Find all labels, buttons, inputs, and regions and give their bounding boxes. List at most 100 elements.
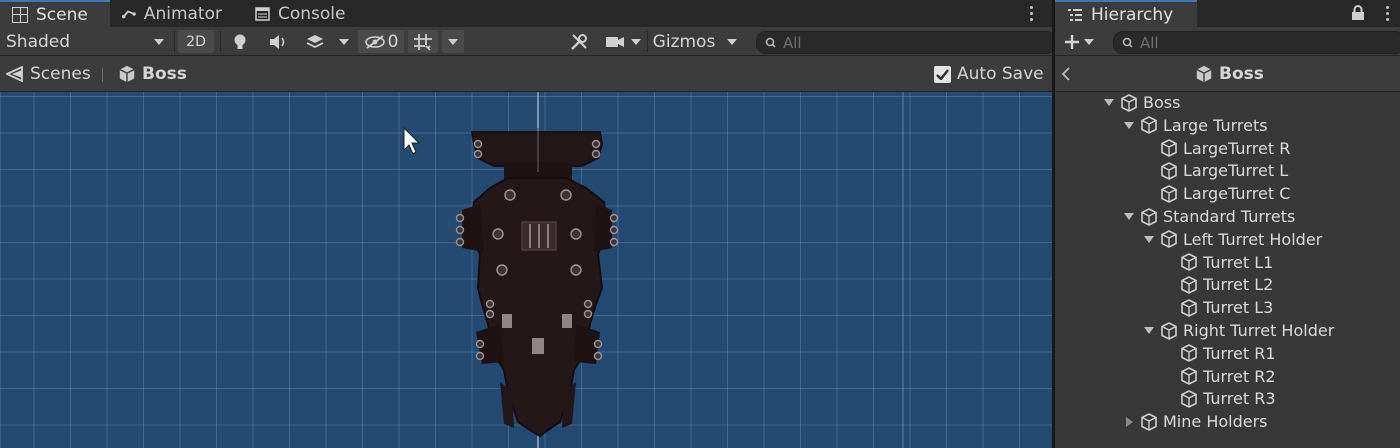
draw-mode-dropdown[interactable]: Shaded (0, 27, 172, 56)
hierarchy-item[interactable]: LargeTurret L (1055, 159, 1400, 182)
chevron-left-icon[interactable] (1061, 67, 1071, 81)
prefab-cube-icon (119, 65, 135, 83)
breadcrumb-scenes-label: Scenes (30, 64, 91, 84)
hierarchy-tab-bar: Hierarchy (1055, 0, 1400, 27)
gizmos-button[interactable]: Gizmos (650, 27, 718, 56)
hierarchy-search-field[interactable]: All (1113, 31, 1400, 54)
chevron-down-icon (631, 38, 641, 45)
hierarchy-item[interactable]: Turret R3 (1055, 387, 1400, 410)
gameobject-cube-icon (1181, 367, 1197, 385)
auto-save-label: Auto Save (957, 64, 1044, 84)
unity-scene-icon (6, 66, 23, 82)
tab-animator-label: Animator (143, 3, 222, 24)
breadcrumb-current[interactable]: Boss (118, 56, 187, 92)
effects-dropdown-button[interactable] (334, 27, 354, 56)
tab-animator[interactable]: Animator (110, 0, 234, 27)
scene-visibility-toggle[interactable]: 0 (358, 30, 404, 53)
hierarchy-item-label: Standard Turrets (1163, 207, 1296, 226)
hierarchy-tree: Boss Large Turrets LargeTurret R LargeTurre… (1055, 92, 1400, 448)
hierarchy-item[interactable]: Standard Turrets (1055, 205, 1400, 228)
grid-dropdown-button[interactable] (442, 30, 464, 53)
tab-console[interactable]: Console (243, 0, 363, 27)
2d-label: 2D (186, 33, 206, 50)
fold-collapsed-icon[interactable] (1123, 416, 1135, 428)
fold-expanded-icon[interactable] (1143, 233, 1155, 245)
breadcrumb-bar: Scenes Boss Auto Save (0, 56, 1052, 92)
gizmos-dropdown-button[interactable] (722, 27, 742, 56)
hierarchy-item[interactable]: Mine Holders (1055, 410, 1400, 433)
tab-hierarchy[interactable]: Hierarchy (1055, 0, 1197, 27)
hierarchy-item[interactable]: Turret L1 (1055, 251, 1400, 274)
chevron-down-icon (339, 38, 349, 45)
hierarchy-item[interactable]: Large Turrets (1055, 114, 1400, 137)
fold-expanded-icon[interactable] (1103, 97, 1115, 109)
hierarchy-item-label: LargeTurret R (1183, 138, 1291, 158)
breadcrumb-current-label: Boss (142, 64, 187, 84)
grid-toggle-button[interactable] (408, 30, 438, 53)
scene-search-field[interactable]: All (756, 31, 1056, 54)
breadcrumb-divider (102, 68, 103, 82)
fold-expanded-icon[interactable] (1143, 325, 1155, 337)
layers-icon (306, 34, 324, 48)
fold-expanded-icon[interactable] (1123, 119, 1135, 131)
tools-icon (571, 33, 587, 50)
fold-expanded-icon[interactable] (1123, 211, 1135, 223)
hierarchy-item[interactable]: Turret R1 (1055, 342, 1400, 365)
hierarchy-item[interactable]: Turret L2 (1055, 273, 1400, 296)
hierarchy-item[interactable]: LargeTurret C (1055, 182, 1400, 205)
hierarchy-item-label: Left Turret Holder (1183, 229, 1323, 249)
checkbox-checked-icon (934, 65, 951, 83)
chevron-down-icon (727, 38, 737, 45)
scene-tab-bar: Scene Animator Console (0, 0, 1052, 27)
scene-panel-menu-button[interactable] (1026, 3, 1036, 23)
tools-button[interactable] (564, 27, 594, 56)
chevron-down-icon (154, 38, 164, 45)
hierarchy-item[interactable]: Right Turret Holder (1055, 319, 1400, 342)
gameobject-cube-icon (1161, 230, 1177, 249)
hierarchy-item[interactable]: Turret L3 (1055, 296, 1400, 319)
scene-viewport[interactable] (0, 92, 1052, 448)
auto-save-toggle[interactable]: Auto Save (934, 56, 1044, 92)
grid-icon (12, 6, 28, 23)
lock-icon[interactable] (1351, 5, 1365, 21)
lighting-toggle-button[interactable] (226, 27, 254, 56)
tab-scene[interactable]: Scene (0, 0, 110, 27)
scene-toolbar: Shaded 2D 0 Gizmos All (0, 27, 1056, 56)
hierarchy-item[interactable]: Boss (1055, 91, 1400, 114)
camera-button[interactable] (602, 27, 628, 56)
boss-sprite[interactable] (455, 128, 619, 438)
hierarchy-item-label: LargeTurret C (1183, 184, 1291, 204)
gameobject-cube-icon (1161, 161, 1177, 180)
plus-icon (1065, 34, 1079, 49)
hierarchy-item[interactable]: Turret R2 (1055, 365, 1400, 388)
2d-toggle-button[interactable]: 2D (178, 30, 214, 53)
effects-toggle-button[interactable] (300, 27, 330, 56)
gameobject-cube-icon (1181, 275, 1197, 294)
hierarchy-item[interactable]: LargeTurret R (1055, 137, 1400, 160)
prefab-title: Boss (1195, 56, 1264, 92)
audio-toggle-button[interactable] (262, 27, 294, 56)
gameobject-cube-icon (1181, 253, 1197, 271)
hierarchy-item[interactable]: Left Turret Holder (1055, 228, 1400, 251)
hierarchy-panel-menu-button[interactable] (1382, 3, 1392, 23)
gameobject-cube-icon (1141, 412, 1157, 431)
tab-scene-label: Scene (36, 4, 88, 25)
hierarchy-item-label: LargeTurret L (1183, 161, 1289, 181)
hierarchy-item-label: Large Turrets (1163, 115, 1268, 135)
list-icon (1068, 8, 1082, 21)
tab-hierarchy-label: Hierarchy (1091, 4, 1174, 25)
draw-mode-label: Shaded (6, 31, 71, 52)
gameobject-cube-icon (1181, 389, 1197, 408)
gameobject-cube-icon (1141, 116, 1157, 135)
hidden-count: 0 (387, 31, 399, 52)
create-button[interactable] (1059, 27, 1099, 56)
search-icon (1122, 37, 1133, 48)
breadcrumb-scenes[interactable]: Scenes (6, 56, 91, 92)
camera-dropdown-button[interactable] (628, 27, 644, 56)
